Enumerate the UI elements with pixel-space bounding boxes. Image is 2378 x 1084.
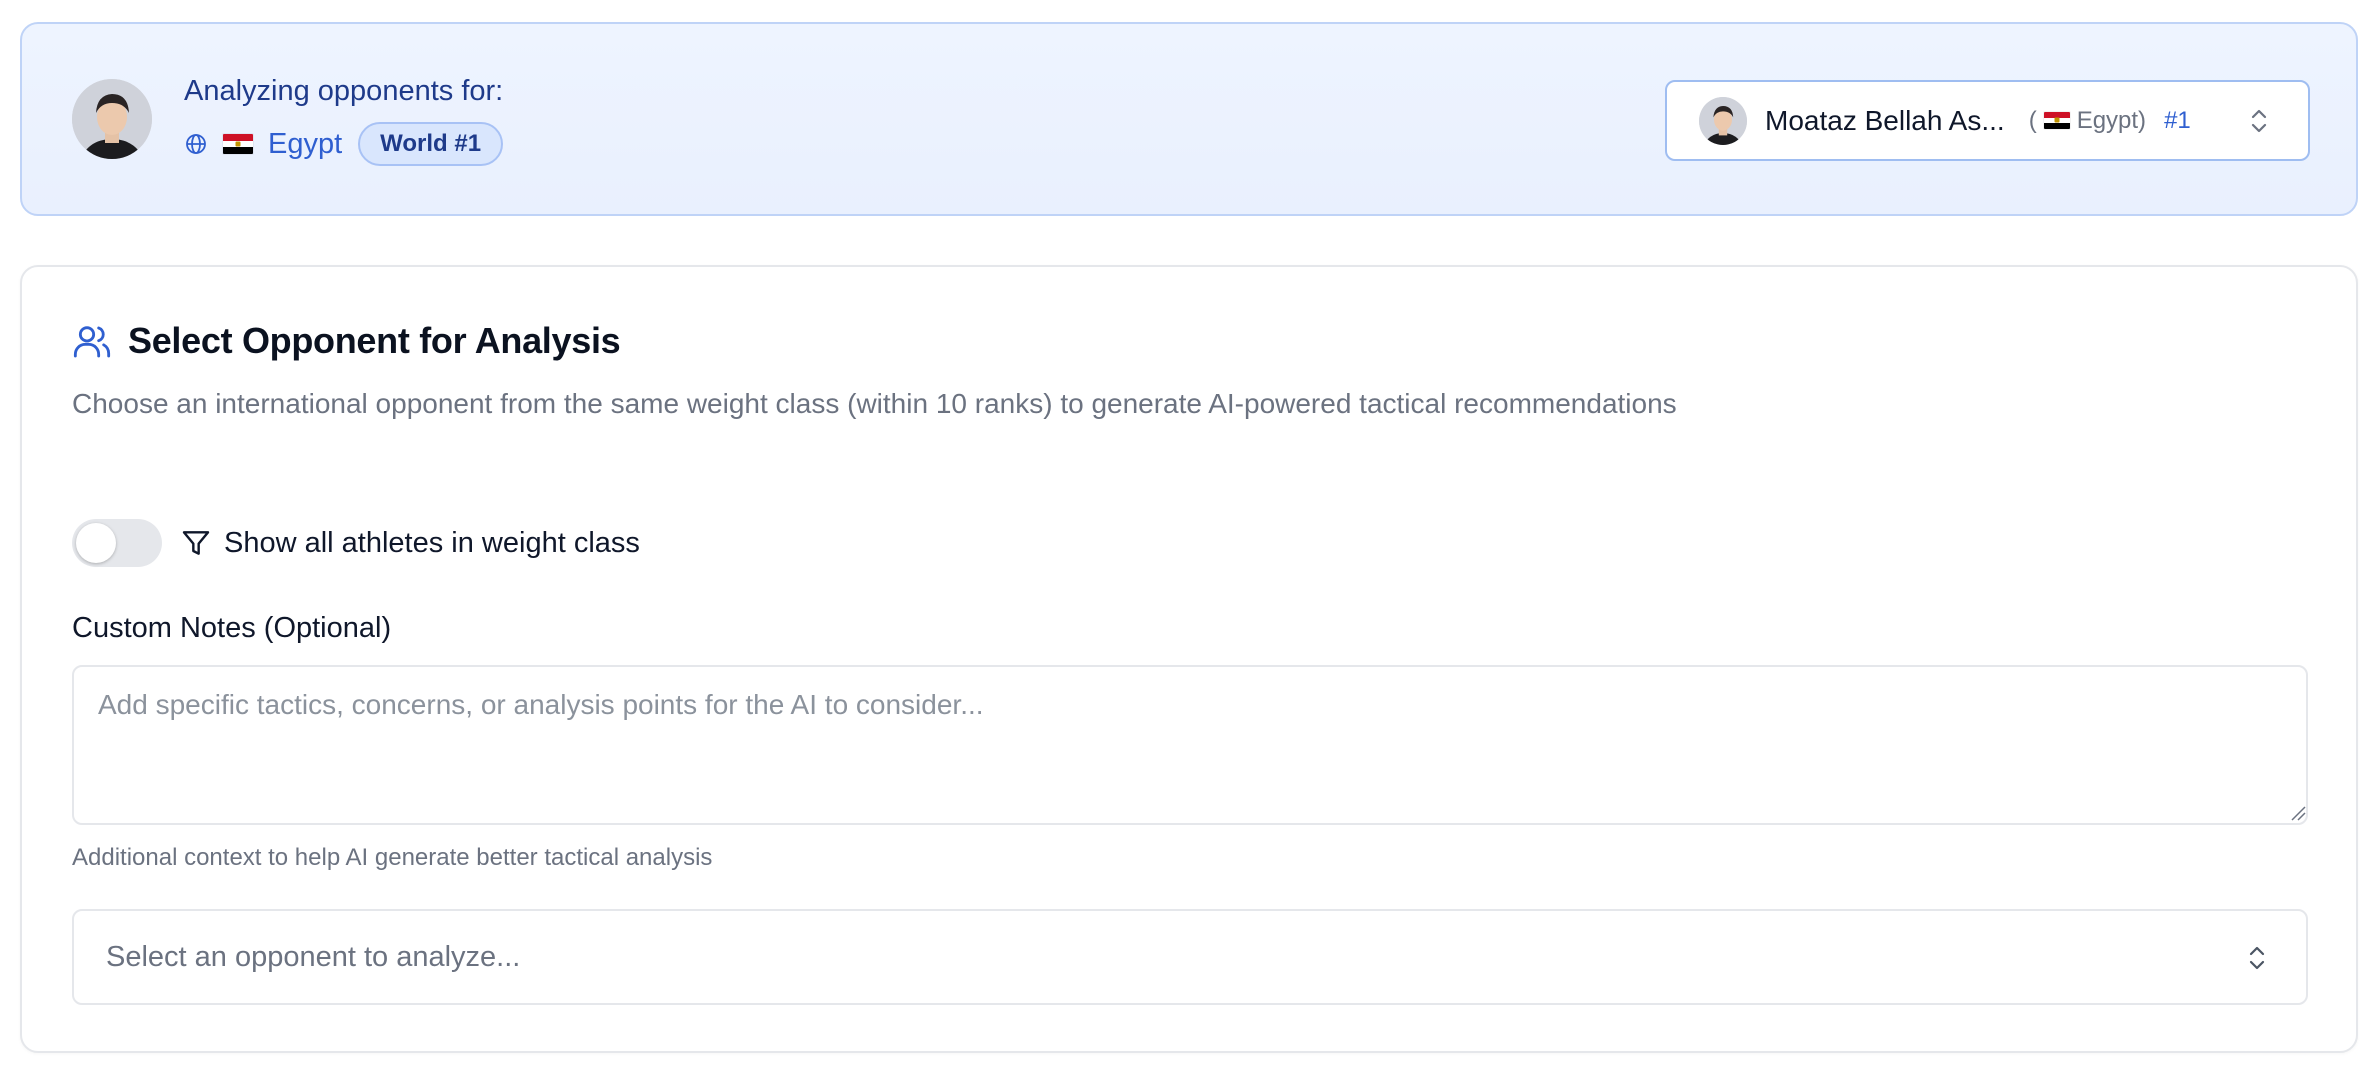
opponent-select[interactable]: Select an opponent to analyze... xyxy=(72,909,2308,1005)
section-title: Select Opponent for Analysis xyxy=(128,320,621,361)
world-rank-badge: World #1 xyxy=(358,122,504,166)
athlete-avatar xyxy=(72,79,152,159)
globe-icon xyxy=(186,134,206,154)
show-all-athletes-label[interactable]: Show all athletes in weight class xyxy=(224,527,640,560)
show-all-toggle-row: Show all athletes in weight class xyxy=(72,519,640,567)
egypt-flag-icon xyxy=(222,133,254,155)
athlete-country: Egypt xyxy=(268,127,343,160)
athlete-meta-row: Egypt World #1 xyxy=(184,122,504,166)
athlete-selector[interactable]: Moataz Bellah As... ( Egypt) #1 xyxy=(1665,80,2310,161)
chevron-up-down-icon xyxy=(2249,946,2265,970)
resize-grip-icon[interactable] xyxy=(2290,805,2306,821)
selected-athlete-name: Moataz Bellah As... xyxy=(1765,104,2005,136)
opponent-select-placeholder: Select an opponent to analyze... xyxy=(106,940,521,973)
custom-notes-hint: Additional context to help AI generate b… xyxy=(72,844,713,871)
section-description: Choose an international opponent from th… xyxy=(72,388,1677,419)
selected-athlete-country: ( Egypt) xyxy=(2029,107,2146,135)
selected-athlete-rank: #1 xyxy=(2164,106,2191,134)
custom-notes-textarea[interactable] xyxy=(72,665,2308,825)
athlete-context-banner: Analyzing opponents for: Egypt World #1 … xyxy=(20,22,2358,216)
toggle-knob xyxy=(76,523,116,563)
selected-athlete-country-name: Egypt) xyxy=(2076,106,2147,134)
section-header: Select Opponent for Analysis xyxy=(72,320,621,362)
show-all-athletes-toggle[interactable] xyxy=(72,519,162,567)
users-icon xyxy=(73,326,111,358)
analyzing-label: Analyzing opponents for: xyxy=(184,75,504,107)
filter-icon xyxy=(182,531,210,555)
egypt-flag-icon xyxy=(2042,111,2071,130)
custom-notes-label: Custom Notes (Optional) xyxy=(72,612,392,644)
country-open-paren: ( xyxy=(2028,106,2037,134)
chevron-up-down-icon xyxy=(2251,109,2267,133)
selected-athlete-avatar xyxy=(1699,96,1747,145)
opponent-analysis-card: Select Opponent for Analysis Choose an i… xyxy=(20,265,2358,1053)
